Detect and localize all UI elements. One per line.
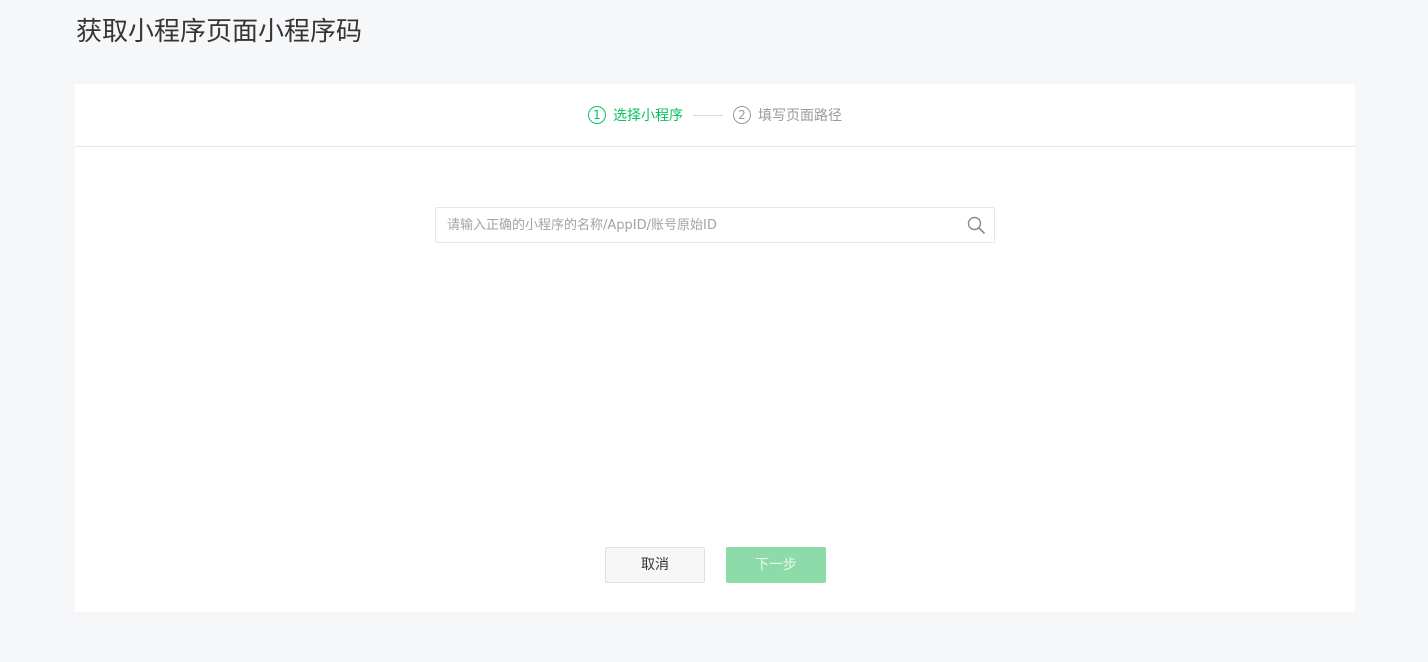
search-box [435, 207, 995, 243]
search-input[interactable] [436, 208, 956, 242]
page-title: 获取小程序页面小程序码 [76, 17, 363, 47]
step-number-1: 1 [588, 106, 606, 124]
search-icon[interactable] [967, 216, 985, 234]
action-buttons: 取消 下一步 [605, 547, 826, 583]
step-fill-page-path: 2 填写页面路径 [733, 105, 842, 125]
step-indicator: 1 选择小程序 2 填写页面路径 [75, 84, 1355, 147]
cancel-button[interactable]: 取消 [605, 547, 705, 583]
main-card: 1 选择小程序 2 填写页面路径 取消 下一步 [75, 84, 1355, 612]
step-label-1: 选择小程序 [613, 108, 683, 124]
step-label-2: 填写页面路径 [758, 108, 842, 124]
step-divider [693, 114, 723, 116]
step-select-miniprogram: 1 选择小程序 [588, 105, 683, 125]
step-number-2: 2 [733, 106, 751, 124]
next-step-button[interactable]: 下一步 [726, 547, 826, 583]
